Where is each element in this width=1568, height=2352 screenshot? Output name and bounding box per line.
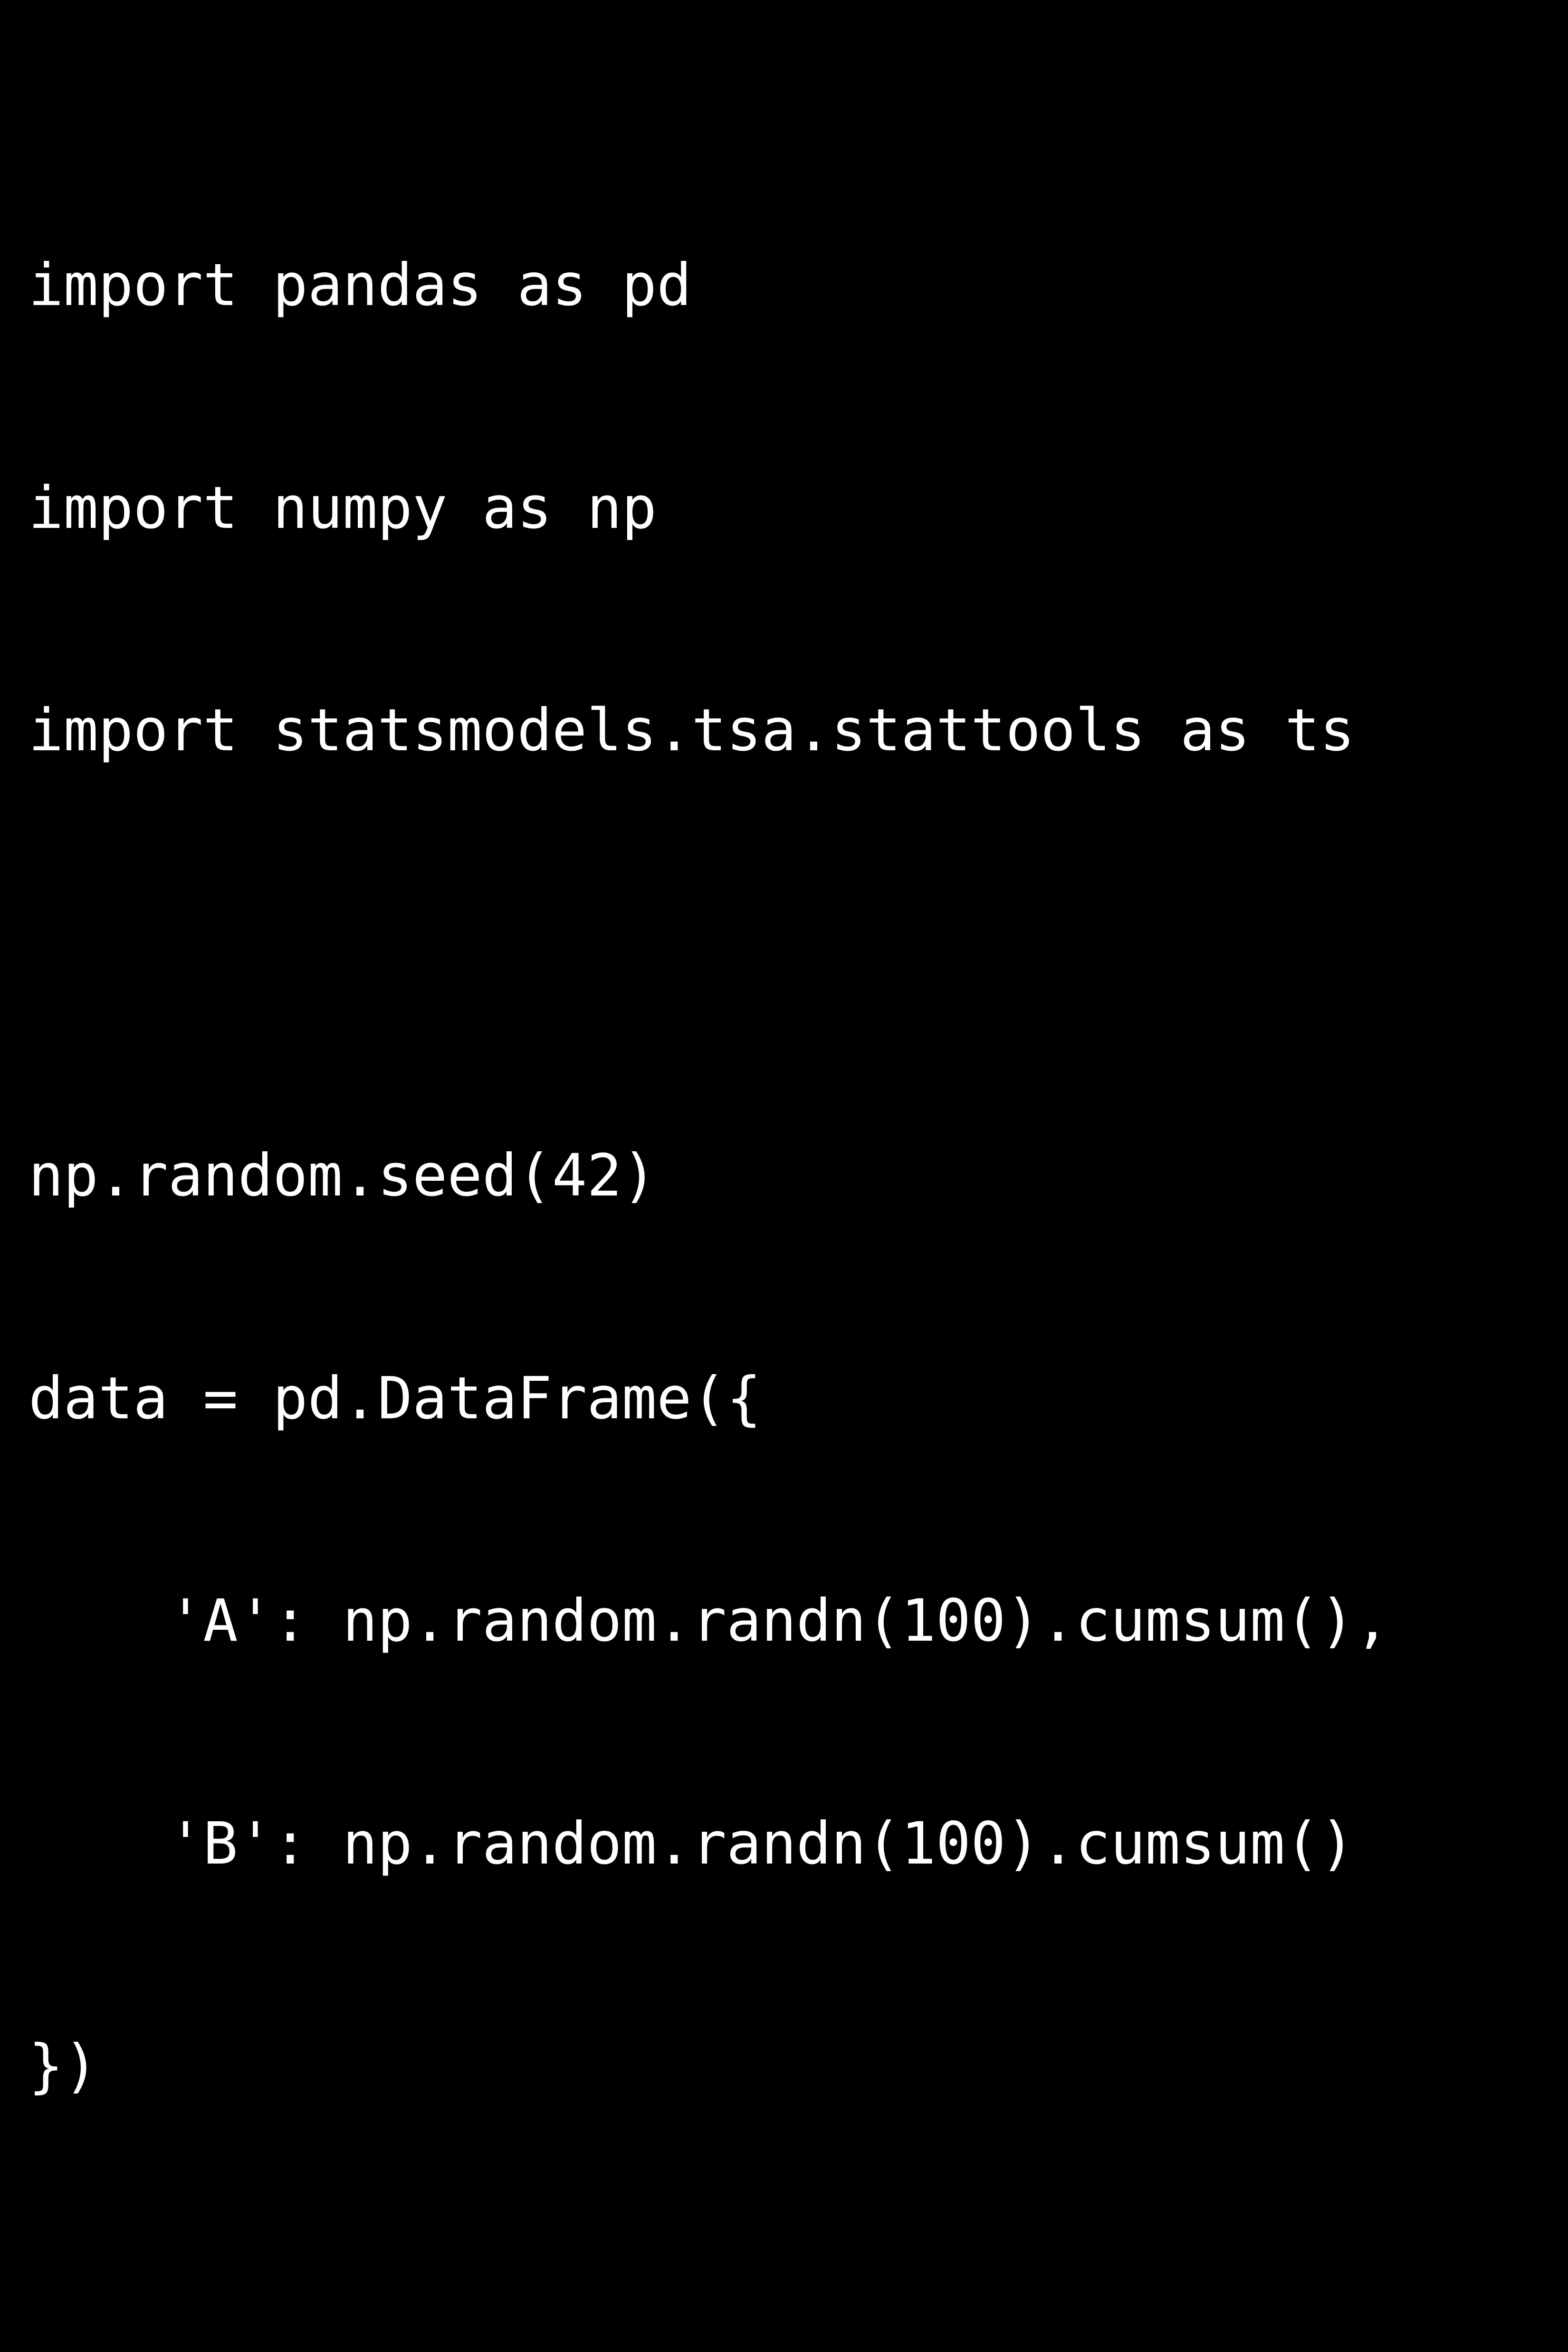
code-line: data = pd.DataFrame({ (29, 1361, 1390, 1435)
code-line: np.random.seed(42) (29, 1138, 1390, 1213)
code-block: import pandas as pd import numpy as np i… (29, 100, 1390, 2352)
code-line: import statsmodels.tsa.stattools as ts (29, 693, 1390, 767)
code-line (29, 2252, 1390, 2326)
code-line: import pandas as pd (29, 248, 1390, 322)
code-line: }) (29, 2029, 1390, 2103)
code-line: 'B': np.random.randn(100).cumsum() (29, 1807, 1390, 1881)
code-line: import numpy as np (29, 471, 1390, 545)
code-line: 'A': np.random.randn(100).cumsum(), (29, 1584, 1390, 1658)
code-line (29, 916, 1390, 990)
